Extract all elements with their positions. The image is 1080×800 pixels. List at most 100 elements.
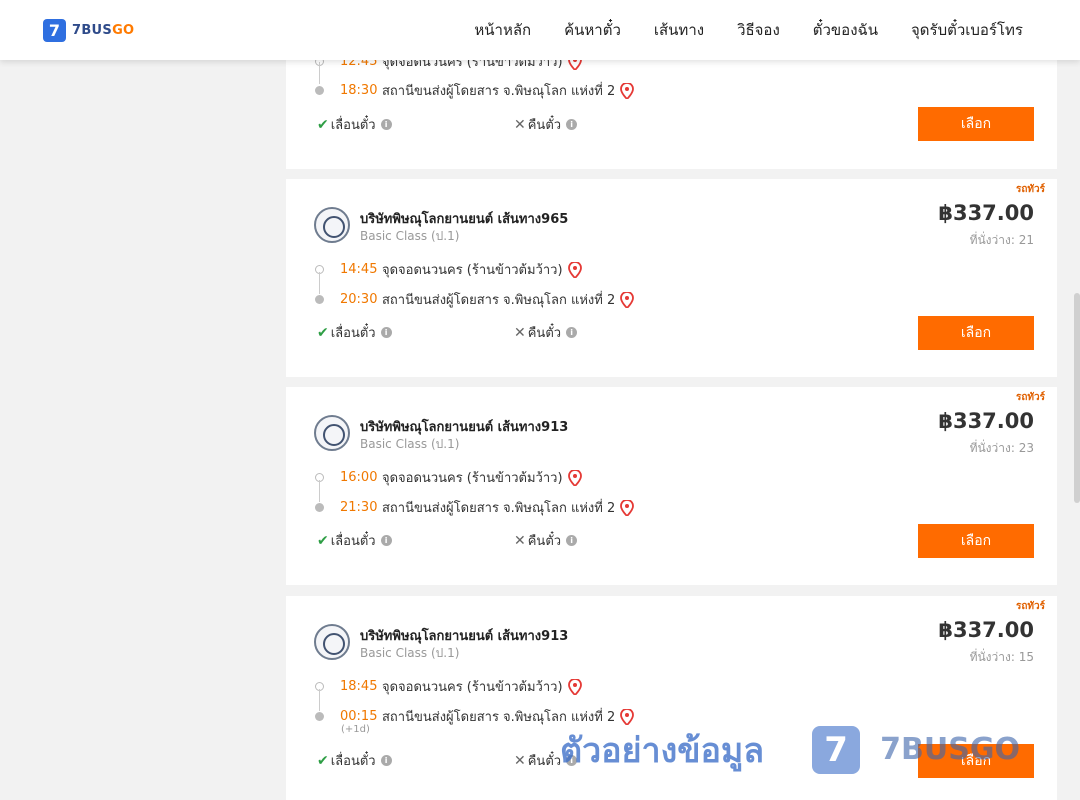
operator-name: บริษัทพิษณุโลกยานยนต์ เส้นทาง913 (360, 629, 569, 644)
bus-class: Basic Class (ป.1) (360, 646, 460, 660)
arrive-stop: 20:30 สถานีขนส่งผู้โดยสาร จ.พิษณุโลก แห่… (315, 289, 635, 310)
depart-time: 14:45 (340, 262, 378, 277)
next-day-note: (+1d) (341, 724, 370, 735)
nav-search-ticket[interactable]: ค้นหาตั๋ว (564, 18, 621, 42)
arrive-stop: 21:30 สถานีขนส่งผู้โดยสาร จ.พิษณุโลก แห่… (315, 497, 635, 518)
depart-place: จุดจอดนวนคร (ร้านข้าวต้มว้าว) (382, 263, 563, 278)
operator-logo (314, 207, 350, 243)
select-button[interactable]: เลือก (918, 316, 1034, 350)
seats-available: ที่นั่งว่าง: 23 (969, 441, 1034, 455)
refund-ticket-policy: ✕ คืนตั๋ว i (514, 322, 578, 343)
cross-icon: ✕ (514, 752, 526, 769)
check-icon: ✔ (317, 532, 329, 549)
site-logo[interactable]: 7 7BUSGO (43, 19, 134, 42)
trip-card: รถทัวร์ บริษัทพิษณุโลกยานยนต์ เส้นทาง965… (286, 179, 1057, 377)
depart-place: จุดจอดนวนคร (ร้านข้าวต้มว้าว) (382, 680, 563, 695)
nav-routes[interactable]: เส้นทาง (654, 18, 704, 42)
arrive-place: สถานีขนส่งผู้โดยสาร จ.พิษณุโลก แห่งที่ 2 (382, 84, 616, 99)
operator-logo (314, 415, 350, 451)
logo-text: 7BUSGO (72, 23, 135, 38)
depart-place: จุดจอดนวนคร (ร้านข้าวต้มว้าว) (382, 471, 563, 486)
top-header: 7 7BUSGO หน้าหลัก ค้นหาตั๋ว เส้นทาง วิธี… (0, 0, 1080, 60)
refund-ticket-label: คืนตั๋ว (527, 118, 562, 133)
bus-class: Basic Class (ป.1) (360, 229, 460, 243)
price: ฿337.00 (938, 201, 1034, 225)
arrive-dot-icon (315, 295, 324, 304)
change-ticket-policy: ✔ เลื่อนตั๋ว i (317, 750, 392, 771)
map-pin-icon[interactable] (620, 291, 635, 308)
arrive-place: สถานีขนส่งผู้โดยสาร จ.พิษณุโลก แห่งที่ 2 (382, 293, 616, 308)
nav-ticket-pickup[interactable]: จุดรับตั๋วเบอร์โทร (911, 18, 1023, 42)
info-icon[interactable]: i (380, 327, 392, 338)
depart-time: 18:45 (340, 679, 378, 694)
refund-ticket-label: คืนตั๋ว (527, 326, 562, 341)
change-ticket-policy: ✔ เลื่อนตั๋ว i (317, 322, 392, 343)
cross-icon: ✕ (514, 532, 526, 549)
refund-ticket-policy: ✕ คืนตั๋ว i (514, 114, 578, 135)
change-ticket-label: เลื่อนตั๋ว (330, 118, 376, 133)
check-icon: ✔ (317, 116, 329, 133)
cross-icon: ✕ (514, 324, 526, 341)
depart-stop: 14:45 จุดจอดนวนคร (ร้านข้าวต้มว้าว) (315, 259, 582, 280)
operator-logo (314, 624, 350, 660)
price: ฿337.00 (938, 618, 1034, 642)
map-pin-icon[interactable] (567, 261, 582, 278)
change-ticket-policy: ✔ เลื่อนตั๋ว i (317, 530, 392, 551)
info-icon[interactable]: i (380, 755, 392, 766)
nav-how-to-book[interactable]: วิธีจอง (737, 18, 780, 42)
operator-name: บริษัทพิษณุโลกยานยนต์ เส้นทาง913 (360, 420, 569, 435)
arrive-place: สถานีขนส่งผู้โดยสาร จ.พิษณุโลก แห่งที่ 2 (382, 501, 616, 516)
map-pin-icon[interactable] (567, 469, 582, 486)
refund-ticket-label: คืนตั๋ว (527, 534, 562, 549)
depart-time: 16:00 (340, 470, 378, 485)
change-ticket-label: เลื่อนตั๋ว (330, 534, 376, 549)
bus-type-badge: รถทัวร์ (1015, 601, 1045, 612)
map-pin-icon[interactable] (620, 499, 635, 516)
arrive-dot-icon (315, 503, 324, 512)
arrive-dot-icon (315, 712, 324, 721)
price: ฿337.00 (938, 409, 1034, 433)
change-ticket-policy: ✔ เลื่อนตั๋ว i (317, 114, 392, 135)
nav-my-tickets[interactable]: ตั๋วของฉัน (813, 18, 878, 42)
cross-icon: ✕ (514, 116, 526, 133)
bus-type-badge: รถทัวร์ (1015, 392, 1045, 403)
map-pin-icon[interactable] (567, 678, 582, 695)
depart-stop: 16:00 จุดจอดนวนคร (ร้านข้าวต้มว้าว) (315, 467, 582, 488)
refund-ticket-label: คืนตั๋ว (527, 754, 562, 769)
select-button[interactable]: เลือก (918, 107, 1034, 141)
info-icon[interactable]: i (380, 535, 392, 546)
arrive-place: สถานีขนส่งผู้โดยสาร จ.พิษณุโลก แห่งที่ 2 (382, 710, 616, 725)
select-button[interactable]: เลือก (918, 744, 1034, 778)
depart-stop: 18:45 จุดจอดนวนคร (ร้านข้าวต้มว้าว) (315, 676, 582, 697)
logo-mark: 7 (43, 19, 66, 42)
arrive-stop: 18:30 สถานีขนส่งผู้โดยสาร จ.พิษณุโลก แห่… (315, 80, 635, 101)
info-icon[interactable]: i (380, 119, 392, 130)
arrive-time: 00:15 (340, 709, 378, 724)
check-icon: ✔ (317, 752, 329, 769)
change-ticket-label: เลื่อนตั๋ว (330, 754, 376, 769)
trip-card: รถทัวร์ บริษัทพิษณุโลกยานยนต์ เส้นทาง913… (286, 596, 1057, 800)
info-icon[interactable]: i (566, 327, 578, 338)
seats-available: ที่นั่งว่าง: 21 (969, 233, 1034, 247)
operator-name: บริษัทพิษณุโลกยานยนต์ เส้นทาง965 (360, 212, 569, 227)
nav-home[interactable]: หน้าหลัก (474, 18, 531, 42)
arrive-time: 21:30 (340, 500, 378, 515)
select-button[interactable]: เลือก (918, 524, 1034, 558)
info-icon[interactable]: i (566, 535, 578, 546)
check-icon: ✔ (317, 324, 329, 341)
change-ticket-label: เลื่อนตั๋ว (330, 326, 376, 341)
scrollbar-thumb[interactable] (1074, 293, 1080, 503)
main-nav: หน้าหลัก ค้นหาตั๋ว เส้นทาง วิธีจอง ตั๋วข… (441, 0, 1023, 60)
arrive-time: 20:30 (340, 292, 378, 307)
map-pin-icon[interactable] (620, 708, 635, 725)
bus-type-badge: รถทัวร์ (1015, 184, 1045, 195)
info-icon[interactable]: i (566, 119, 578, 130)
map-pin-icon[interactable] (620, 82, 635, 99)
arrive-time: 18:30 (340, 83, 378, 98)
refund-ticket-policy: ✕ คืนตั๋ว i (514, 750, 578, 771)
info-icon[interactable]: i (566, 755, 578, 766)
seats-available: ที่นั่งว่าง: 15 (969, 650, 1034, 664)
arrive-dot-icon (315, 86, 324, 95)
page-scrollbar[interactable] (1074, 60, 1080, 800)
trip-card: รถทัวร์ บริษัทพิษณุโลกยานยนต์ เส้นทาง913… (286, 387, 1057, 585)
